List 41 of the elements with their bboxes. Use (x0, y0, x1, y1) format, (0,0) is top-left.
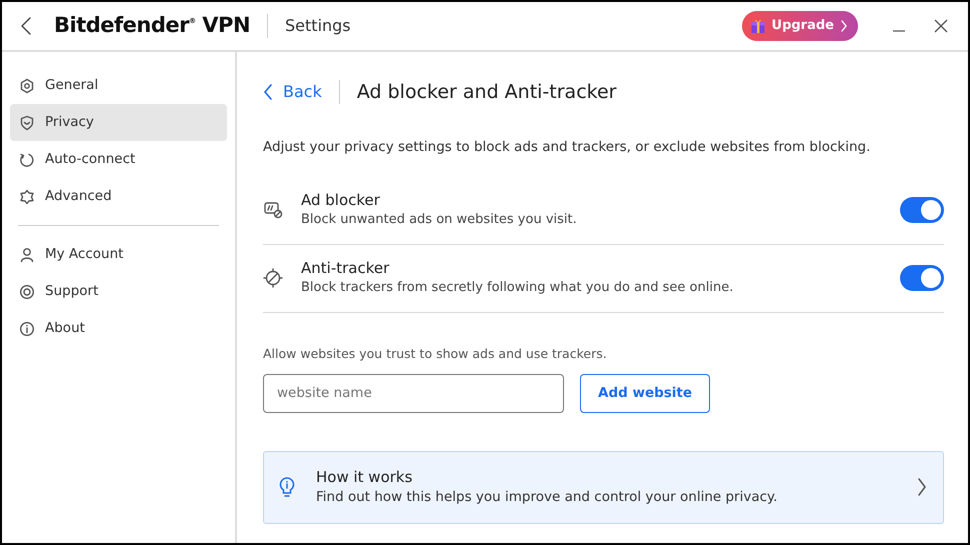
sidebar-item[interactable]: About (10, 310, 227, 347)
setting-title: Ad blocker (301, 190, 381, 210)
ad-block-icon (263, 200, 283, 220)
app-logo: Bitdefender$^{®}$ VPN (54, 12, 250, 40)
back-link[interactable]: Back (263, 80, 322, 104)
add-website-button[interactable]: Add website (580, 374, 710, 412)
lightbulb-icon (278, 476, 296, 498)
sidebar-item[interactable]: Support (10, 273, 227, 310)
gift-icon (750, 18, 766, 34)
lifebuoy-icon (19, 284, 35, 300)
card-title: How it works (316, 466, 414, 487)
sidebar-item[interactable]: Auto-connect (10, 141, 227, 178)
close-icon (934, 19, 948, 33)
page-title: Ad blocker and Anti-tracker (356, 80, 616, 105)
sidebar-item[interactable]: My Account (10, 236, 227, 273)
chevron-left-icon (263, 83, 273, 102)
chevron-right-icon (840, 19, 848, 33)
allow-label: Allow websites you trust to show ads and use trackers. (263, 344, 608, 363)
sidebar-item[interactable]: Privacy (10, 104, 227, 141)
setting-title: Anti-tracker (301, 258, 390, 278)
info-card[interactable]: How it works Find out how this helps you improve and control your online privacy. (263, 450, 944, 524)
shield-icon (19, 114, 35, 130)
blocked-target-icon (263, 268, 283, 288)
toggle-switch[interactable] (900, 265, 944, 292)
setting-description: Block unwanted ads on websites you visit. (301, 211, 578, 230)
info-icon (19, 320, 35, 336)
sidebar-item[interactable]: Advanced (10, 178, 227, 215)
back-icon[interactable] (20, 16, 32, 36)
upgrade-button[interactable]: Upgrade (742, 11, 858, 41)
intro-text: Adjust your privacy settings to block ads and trackers, or exclude websites from blocking. (263, 138, 872, 156)
refresh-icon (19, 152, 35, 168)
toggle-switch[interactable] (900, 197, 944, 224)
window-title: Settings (285, 15, 351, 37)
sidebar-item[interactable]: General (10, 67, 227, 104)
setting-description: Block trackers from secretly following what you do and see online. (301, 279, 734, 298)
chevron-right-icon (917, 477, 927, 497)
card-text: Find out how this helps you improve and control your online privacy. (316, 488, 778, 507)
gear-icon (19, 78, 35, 94)
minimize-icon (892, 30, 906, 32)
person-icon (19, 246, 35, 262)
website-field[interactable]: website name (263, 374, 564, 412)
